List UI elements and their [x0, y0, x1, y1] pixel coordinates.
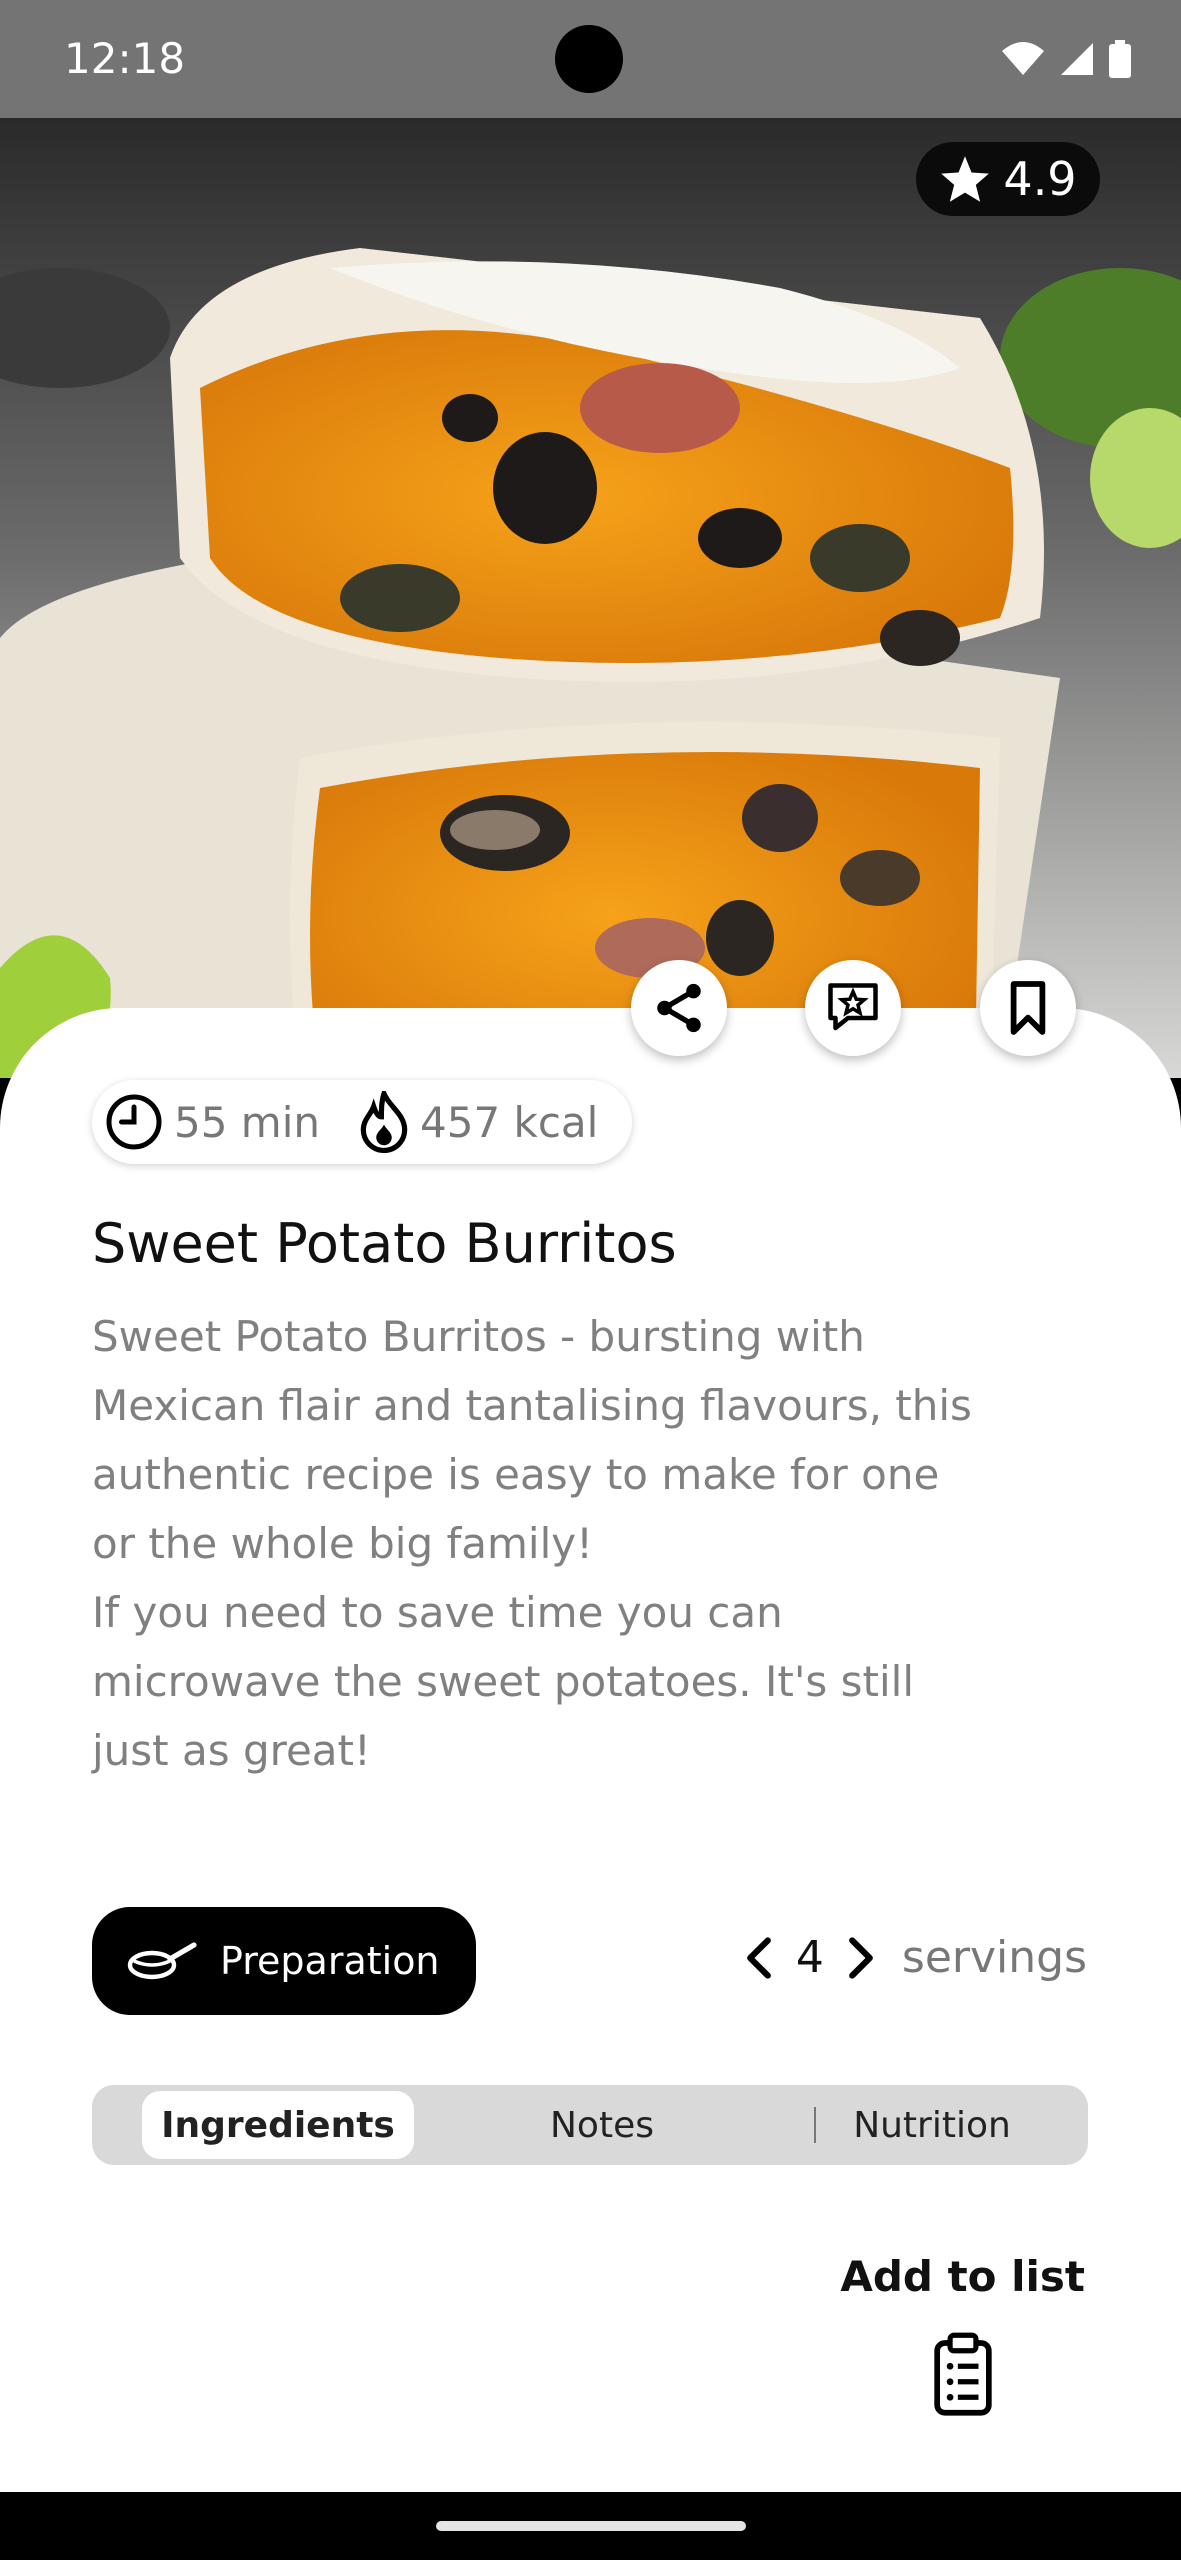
tab-nutrition[interactable]: Nutrition	[832, 2091, 1032, 2159]
tab-divider	[814, 2107, 816, 2143]
recipe-hero-image	[0, 118, 1181, 1078]
calories: 457 kcal	[420, 1097, 599, 1147]
camera-cutout	[555, 25, 623, 93]
chevron-left-icon[interactable]	[744, 1936, 774, 1980]
tab-notes[interactable]: Notes	[522, 2091, 682, 2159]
review-icon	[828, 983, 878, 1031]
wifi-icon	[1002, 42, 1044, 75]
status-time: 12:18	[64, 34, 186, 83]
star-icon	[941, 156, 990, 202]
bookmark-icon	[1010, 981, 1046, 1035]
share-button[interactable]	[631, 960, 727, 1056]
add-to-list-label[interactable]: Add to list	[840, 2252, 1085, 2301]
recipe-title: Sweet Potato Burritos	[92, 1212, 677, 1275]
rating-badge: 4.9	[916, 142, 1100, 216]
servings-label: servings	[901, 1932, 1087, 1983]
recipe-meta-pill: 55 min 457 kcal	[92, 1080, 632, 1164]
clipboard-list-icon[interactable]	[932, 2332, 994, 2416]
cook-time: 55 min	[174, 1097, 320, 1147]
rating-value: 4.9	[1003, 152, 1077, 206]
share-icon	[657, 983, 701, 1033]
flame-icon	[360, 1091, 408, 1153]
bookmark-button[interactable]	[980, 960, 1076, 1056]
preparation-button[interactable]: Preparation	[92, 1907, 476, 2015]
clock-icon	[106, 1094, 162, 1150]
chevron-right-icon[interactable]	[846, 1936, 876, 1980]
tab-ingredients[interactable]: Ingredients	[142, 2091, 414, 2159]
preparation-label: Preparation	[220, 1939, 440, 1983]
servings-stepper: 4 servings	[744, 1932, 1087, 1983]
servings-count: 4	[795, 1932, 824, 1983]
cooking-pan-icon	[127, 1942, 197, 1980]
status-bar: 12:18	[0, 0, 1181, 118]
recipe-tabs: Ingredients Notes Nutrition	[92, 2085, 1088, 2165]
status-icons	[1001, 38, 1131, 80]
signal-icon	[1061, 43, 1093, 75]
recipe-description: Sweet Potato Burritos - bursting with Me…	[92, 1312, 972, 1775]
review-button[interactable]	[805, 960, 901, 1056]
home-gesture-handle[interactable]	[436, 2521, 746, 2531]
battery-icon	[1109, 40, 1131, 78]
